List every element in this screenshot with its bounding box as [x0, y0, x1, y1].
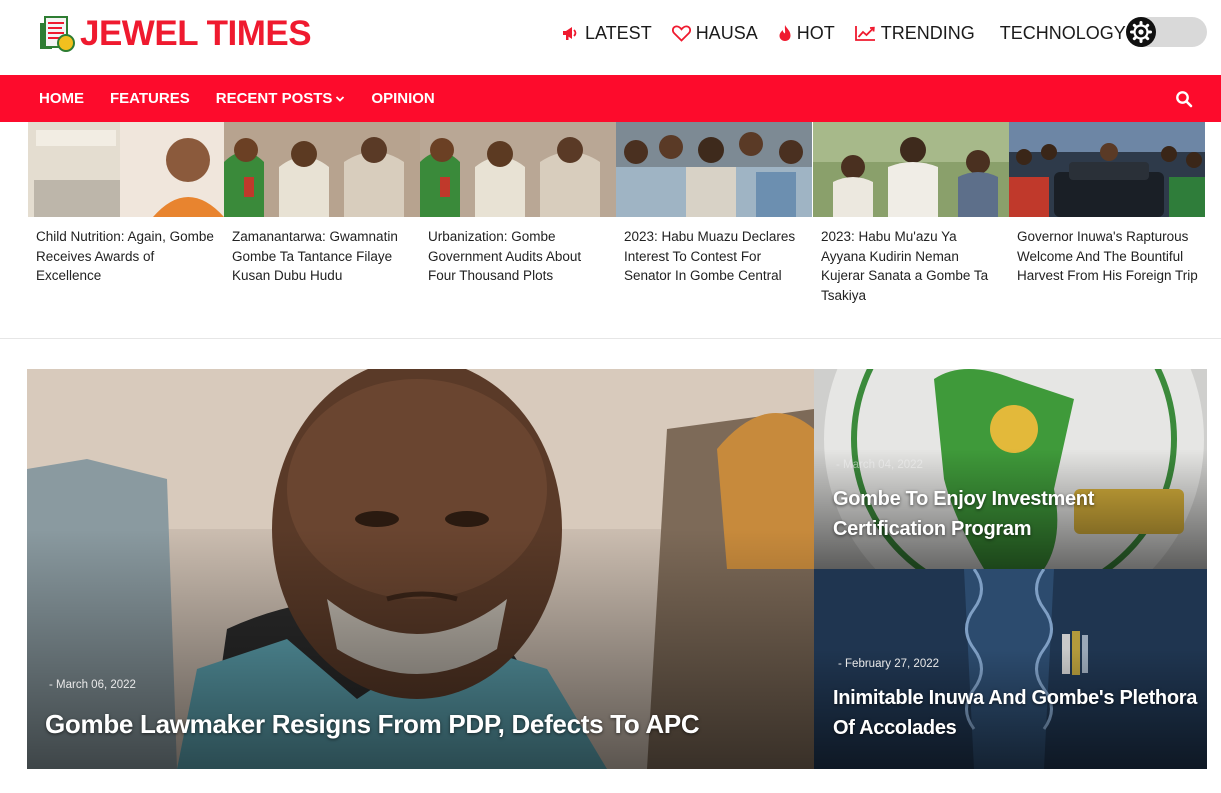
- megaphone-icon: [563, 27, 577, 40]
- post-date: - February 27, 2022: [838, 658, 940, 670]
- nav-label: FEATURES: [110, 90, 190, 107]
- featured-side-post[interactable]: - March 04, 2022 Gombe To Enjoy Investme…: [814, 369, 1207, 569]
- post-thumbnail[interactable]: [420, 122, 616, 217]
- featured-side-post[interactable]: - February 27, 2022 Inimitable Inuwa And…: [814, 569, 1207, 769]
- topnav-label: TRENDING: [880, 22, 975, 43]
- site-logo[interactable]: JEWEL TIMES: [36, 12, 312, 56]
- post-headline[interactable]: Gombe Lawmaker Resigns From PDP, Defects…: [45, 707, 785, 741]
- post-thumbnail[interactable]: [28, 122, 224, 217]
- trending-chart-icon: [854, 26, 875, 41]
- flame-icon: [779, 25, 791, 41]
- post-title[interactable]: 2023: Habu Muazu Declares Interest To Co…: [616, 227, 812, 286]
- post-headline[interactable]: Gombe To Enjoy Investment Certification …: [833, 484, 1193, 544]
- post-date: - March 06, 2022: [49, 679, 136, 691]
- nav-label: OPINION: [371, 90, 435, 107]
- search-icon: [1176, 91, 1193, 108]
- post-title[interactable]: Governor Inuwa's Rapturous Welcome And T…: [1009, 227, 1205, 286]
- nav-home[interactable]: HOME: [39, 90, 84, 107]
- post-card[interactable]: Governor Inuwa's Rapturous Welcome And T…: [1009, 122, 1205, 286]
- post-title[interactable]: Zamanantarwa: Gwamnatin Gombe Ta Tantanc…: [224, 227, 420, 286]
- nav-recent-posts[interactable]: RECENT POSTS: [216, 90, 346, 107]
- topnav-hausa[interactable]: HAUSA: [671, 22, 758, 44]
- post-title[interactable]: Child Nutrition: Again, Gombe Receives A…: [28, 227, 224, 286]
- post-thumbnail[interactable]: [1009, 122, 1205, 217]
- main-navigation: HOME FEATURES RECENT POSTS OPINION: [0, 75, 1221, 122]
- post-card[interactable]: 2023: Habu Mu'azu Ya Ayyana Kudirin Nema…: [813, 122, 1009, 305]
- nav-label: HOME: [39, 90, 84, 107]
- post-thumbnail[interactable]: [616, 122, 812, 217]
- topnav-latest[interactable]: LATEST: [562, 23, 652, 44]
- topnav-trending[interactable]: TRENDING: [854, 22, 975, 44]
- topnav-label: HOT: [796, 22, 835, 43]
- post-date: - March 04, 2022: [836, 459, 923, 471]
- dark-mode-toggle[interactable]: [1126, 17, 1207, 47]
- nav-features[interactable]: FEATURES: [110, 90, 190, 107]
- post-card[interactable]: Zamanantarwa: Gwamnatin Gombe Ta Tantanc…: [224, 122, 420, 286]
- site-title: JEWEL TIMES: [80, 14, 312, 53]
- logo-emblem-icon: [36, 13, 78, 55]
- search-button[interactable]: [1175, 90, 1193, 108]
- site-header: JEWEL TIMES LATEST HAUSA HOT TRENDING TE…: [0, 0, 1221, 75]
- topnav-technology[interactable]: TECHNOLOGY: [1000, 23, 1126, 44]
- post-title[interactable]: Urbanization: Gombe Government Audits Ab…: [420, 227, 616, 286]
- nav-label: RECENT POSTS: [215, 90, 333, 107]
- featured-main-post[interactable]: - March 06, 2022 Gombe Lawmaker Resigns …: [27, 369, 814, 769]
- post-thumbnail[interactable]: [224, 122, 420, 217]
- topnav-label: TECHNOLOGY: [999, 22, 1126, 43]
- gear-icon: [1130, 21, 1152, 43]
- chevron-down-icon: [336, 95, 345, 102]
- heart-icon: [671, 25, 691, 42]
- topnav-label: HAUSA: [695, 22, 758, 43]
- section-divider: [0, 338, 1221, 339]
- topnav-hot[interactable]: HOT: [778, 23, 835, 44]
- top-navigation: LATEST HAUSA HOT TRENDING TECHNOLOGY: [562, 18, 1136, 48]
- post-thumbnail[interactable]: [813, 122, 1009, 217]
- nav-opinion[interactable]: OPINION: [371, 90, 434, 107]
- toggle-knob: [1126, 17, 1156, 47]
- topnav-label: LATEST: [585, 22, 652, 43]
- post-title[interactable]: 2023: Habu Mu'azu Ya Ayyana Kudirin Nema…: [813, 227, 1009, 305]
- post-card[interactable]: Urbanization: Gombe Government Audits Ab…: [420, 122, 616, 286]
- recent-posts-strip: Child Nutrition: Again, Gombe Receives A…: [28, 122, 1208, 312]
- post-headline[interactable]: Inimitable Inuwa And Gombe's Plethora Of…: [833, 683, 1198, 743]
- post-card[interactable]: Child Nutrition: Again, Gombe Receives A…: [28, 122, 224, 286]
- post-card[interactable]: 2023: Habu Muazu Declares Interest To Co…: [616, 122, 812, 286]
